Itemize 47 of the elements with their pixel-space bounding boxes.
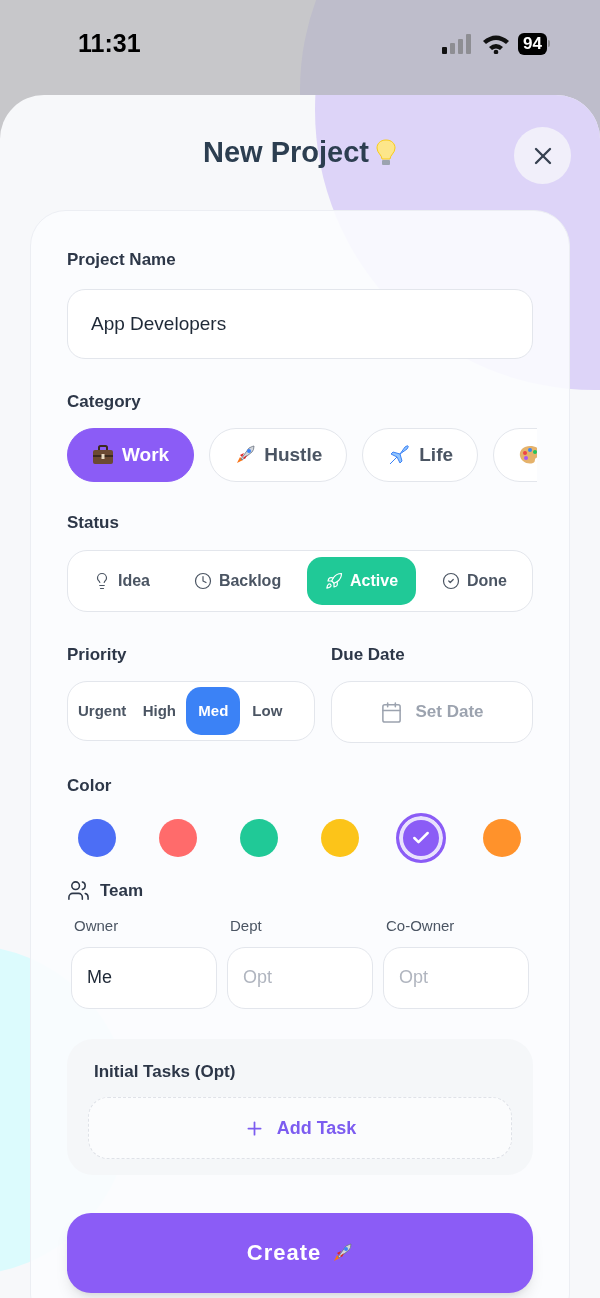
status-option[interactable]: Idea	[75, 556, 168, 605]
team-field[interactable]: Me	[71, 946, 217, 1009]
palette-icon	[518, 444, 537, 466]
rocket-icon	[234, 444, 257, 466]
priority-option[interactable]: Low	[240, 687, 295, 735]
team-field[interactable]: Opt	[383, 946, 529, 1009]
wifi-icon	[482, 33, 511, 54]
field-label: Due Date	[331, 643, 406, 666]
create-button[interactable]: Create	[67, 1212, 533, 1293]
color-swatch[interactable]	[78, 818, 116, 857]
field-label: Priority	[67, 643, 128, 666]
field-label: Category	[67, 390, 142, 413]
priority-option[interactable]: High	[132, 687, 187, 735]
status-option[interactable]: Done	[423, 556, 525, 605]
lightbulb-icon	[375, 137, 397, 168]
airplane-icon	[387, 443, 412, 467]
color-swatch[interactable]	[240, 818, 278, 857]
check-circle-icon	[441, 571, 460, 590]
sheet-title: New Project	[203, 134, 369, 170]
category-chip[interactable]: Life	[362, 428, 479, 482]
clock-icon	[193, 571, 212, 590]
status-time: 11:31	[78, 27, 141, 59]
rocket-icon	[325, 571, 344, 590]
field-label: Dept	[229, 916, 263, 936]
calendar-icon	[380, 700, 404, 724]
color-swatch[interactable]	[321, 818, 359, 857]
field-label: Co-Owner	[385, 916, 456, 936]
category-chip[interactable]: Hustle	[209, 428, 348, 482]
project-name-field[interactable]: App Developers	[67, 288, 533, 359]
color-swatch[interactable]	[159, 818, 197, 857]
priority-option[interactable]: Urgent	[72, 687, 133, 735]
color-swatch[interactable]	[483, 818, 521, 857]
field-label: Owner	[73, 916, 120, 936]
rocket-icon	[331, 1241, 354, 1264]
section-title: Team	[100, 879, 144, 902]
status-option[interactable]: Backlog	[175, 556, 300, 605]
add-task-button[interactable]: Add Task	[88, 1097, 512, 1159]
category-chip[interactable]: Work	[67, 428, 195, 482]
field-label: Project Name	[67, 249, 177, 271]
section-title: Initial Tasks (Opt)	[93, 1060, 237, 1083]
briefcase-icon	[92, 445, 114, 465]
field-label: Color	[67, 775, 113, 797]
team-icon	[67, 878, 90, 902]
team-field[interactable]: Opt	[227, 946, 373, 1009]
color-swatch[interactable]	[396, 812, 446, 863]
field-label: Status	[67, 512, 120, 534]
priority-option[interactable]: Med	[186, 687, 241, 735]
